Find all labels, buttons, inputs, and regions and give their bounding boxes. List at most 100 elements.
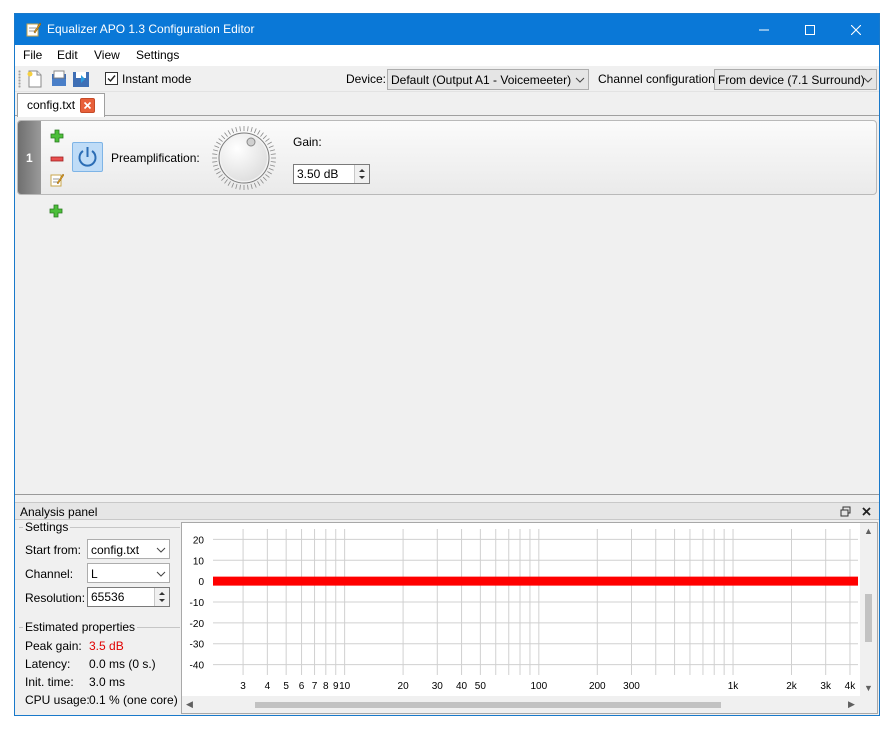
filter-row: 1 Preamplification: Gain: 3.50 dB: [17, 120, 877, 195]
device-dropdown[interactable]: Default (Output A1 - Voicemeeter): [387, 69, 589, 90]
x-tick-label: 3: [240, 681, 246, 692]
knob-tick: [216, 141, 221, 145]
new-file-icon[interactable]: [26, 70, 44, 88]
toolbar-grip[interactable]: [18, 70, 21, 88]
knob-tick: [270, 161, 276, 163]
knob-tick: [239, 126, 241, 132]
knob-tick: [269, 164, 276, 167]
add-filter-icon[interactable]: [49, 204, 63, 218]
minimize-button[interactable]: [741, 14, 787, 45]
x-tick-label: 100: [530, 681, 547, 692]
app-window: Equalizer APO 1.3 Configuration Editor F…: [14, 13, 880, 716]
close-icon: [851, 24, 861, 35]
x-tick-label: 30: [432, 681, 444, 692]
horizontal-scrollbar[interactable]: ◀ ▶: [182, 696, 862, 713]
preamplification-label: Preamplification:: [111, 151, 200, 165]
scroll-down-icon[interactable]: ▼: [864, 683, 873, 693]
knob-tick: [227, 181, 231, 186]
knob-tick: [265, 174, 270, 178]
x-tick-label: 6: [299, 681, 305, 692]
device-label: Device:: [346, 72, 387, 86]
scrollbar-corner: [860, 696, 877, 713]
x-tick-label: 4k: [845, 681, 857, 692]
tab-config[interactable]: config.txt: [17, 93, 105, 117]
horizontal-scroll-thumb[interactable]: [255, 702, 721, 708]
peak-gain-label: Peak gain:: [25, 639, 82, 653]
knob-tick: [239, 184, 241, 190]
menu-file[interactable]: File: [23, 48, 42, 62]
channel-label: Channel:: [25, 567, 74, 581]
add-filter-icon[interactable]: [50, 129, 64, 143]
properties-group-title: Estimated properties: [23, 620, 138, 634]
resolution-value: 65536: [91, 590, 125, 604]
instant-mode-checkbox[interactable]: [105, 72, 118, 85]
chevron-down-icon: [156, 547, 166, 553]
power-toggle-button[interactable]: [72, 142, 103, 172]
resolution-input[interactable]: 65536: [87, 587, 170, 607]
knob-tick: [235, 183, 238, 190]
scroll-right-icon[interactable]: ▶: [848, 699, 855, 710]
knob-tick: [250, 183, 253, 190]
x-tick-label: 5: [283, 681, 289, 692]
init-time-value: 3.0 ms: [89, 675, 126, 689]
title-bar[interactable]: Equalizer APO 1.3 Configuration Editor: [15, 14, 879, 45]
scroll-up-icon[interactable]: ▲: [864, 526, 873, 536]
cpu-usage-value: 0.1 % (one core): [89, 693, 178, 707]
scroll-left-icon[interactable]: ◀: [186, 699, 193, 710]
gain-input[interactable]: 3.50 dB: [293, 164, 370, 184]
tab-close-button[interactable]: [80, 98, 95, 113]
start-from-dropdown[interactable]: config.txt: [87, 539, 170, 559]
minimize-icon: [759, 29, 769, 30]
open-folder-icon[interactable]: [50, 70, 68, 88]
cpu-usage-label: CPU usage:: [25, 693, 90, 707]
notepad-icon: [26, 22, 41, 37]
save-icon[interactable]: [72, 70, 90, 88]
float-panel-icon[interactable]: [840, 506, 851, 517]
settings-group: Settings Start from: config.txt Channel:…: [19, 520, 180, 617]
x-tick-label: 1k: [728, 681, 740, 692]
knob-tick: [257, 130, 261, 135]
y-tick-label: 10: [193, 556, 205, 567]
channel-dropdown[interactable]: L: [87, 563, 170, 583]
channel-config-dropdown[interactable]: From device (7.1 Surround): [714, 69, 877, 90]
remove-filter-icon[interactable]: [50, 152, 64, 166]
frequency-response-chart: 20100-10-20-30-403 4 5 6 7 8 9 10 20 30 40 50 100 200…: [190, 529, 858, 692]
gain-spinner[interactable]: [354, 165, 369, 183]
vertical-scrollbar[interactable]: ▲ ▼: [860, 523, 877, 696]
knob-tick: [221, 135, 226, 140]
menu-settings[interactable]: Settings: [136, 48, 179, 62]
y-tick-label: -40: [190, 661, 205, 672]
gain-knob[interactable]: [211, 125, 277, 191]
knob-tick: [253, 128, 257, 134]
instant-mode-label[interactable]: Instant mode: [122, 72, 191, 86]
spin-arrows-icon: [159, 592, 165, 602]
menu-edit[interactable]: Edit: [57, 48, 78, 62]
latency-value: 0.0 ms (0 s.): [89, 657, 156, 671]
edit-filter-icon[interactable]: [50, 173, 64, 187]
analysis-panel-header[interactable]: Analysis panel: [15, 502, 879, 520]
maximize-button[interactable]: [787, 14, 833, 45]
x-tick-label: 300: [623, 681, 640, 692]
toolbar: Instant mode Device: Default (Output A1 …: [15, 66, 879, 92]
close-panel-icon[interactable]: [861, 506, 872, 517]
knob-tick: [221, 176, 226, 181]
knob-tick: [216, 171, 221, 175]
chevron-down-icon: [863, 77, 873, 83]
knob-tick: [214, 167, 220, 171]
vertical-scroll-thumb[interactable]: [865, 594, 872, 642]
knob-tick: [214, 145, 220, 149]
knob-tick: [212, 164, 219, 167]
x-tick-label: 9: [333, 681, 339, 692]
y-tick-label: -30: [190, 640, 205, 651]
close-button[interactable]: [833, 14, 879, 45]
frequency-response-graph[interactable]: 20 10 0 -10 -20 -30 -40 3 4 5 6 7 8 9 10 20 30 40 50 100 200…: [181, 522, 878, 714]
row-number-handle[interactable]: 1: [18, 121, 41, 194]
x-tick-label: 8: [323, 681, 329, 692]
knob-tick: [260, 132, 264, 137]
knob-tick: [262, 176, 267, 181]
channel-config-label: Channel configuration:: [598, 72, 719, 86]
knob-tick: [250, 126, 253, 133]
menu-view[interactable]: View: [94, 48, 120, 62]
resolution-spinner[interactable]: [154, 588, 169, 606]
x-tick-label: 4: [265, 681, 271, 692]
